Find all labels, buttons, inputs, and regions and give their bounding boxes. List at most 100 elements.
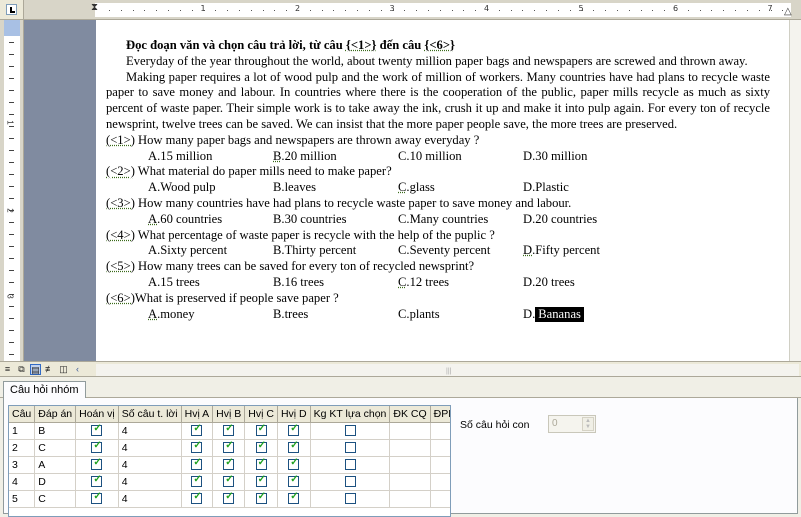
checked-checkbox[interactable] [191, 457, 203, 471]
answer-key-cell[interactable]: C [34, 490, 77, 508]
answer-option[interactable]: D. Bananas [523, 306, 643, 323]
indent-marker-icon[interactable]: ⧗ [91, 2, 98, 13]
table-row[interactable]: 4D4 [9, 473, 450, 491]
sub-question-count-stepper[interactable]: 0 ▲ ▼ [548, 415, 596, 433]
answer-key-cell[interactable]: C [34, 439, 77, 457]
scroll-left-icon[interactable]: ‹ [72, 364, 83, 375]
question-number-cell[interactable]: 1 [9, 422, 36, 440]
unchecked-checkbox[interactable] [344, 493, 356, 505]
checked-checkbox[interactable] [91, 440, 103, 454]
answer-option[interactable]: A. 15 million [148, 149, 273, 165]
table-row[interactable]: 2C 4 [9, 439, 450, 457]
answer-option[interactable]: C. plants [398, 307, 523, 323]
question-number-cell[interactable]: 3 [9, 456, 36, 474]
table-row[interactable]: 3A 4 [9, 456, 450, 474]
vertical-ruler[interactable]: 1 2 3 [0, 20, 24, 361]
dk-cq-cell[interactable] [389, 422, 431, 440]
answer-option[interactable]: A. Sixty percent [148, 243, 273, 259]
checked-checkbox[interactable] [191, 474, 203, 488]
answer-option[interactable]: B. 16 trees [273, 275, 398, 291]
tab-selector[interactable] [0, 0, 24, 20]
question-number-cell[interactable]: 5 [9, 490, 36, 508]
answer-option[interactable]: B. leaves [273, 180, 398, 196]
checked-checkbox[interactable] [191, 423, 203, 437]
page[interactable]: Đọc đoạn văn và chọn câu trả lời, từ câu… [96, 20, 789, 361]
table-row[interactable]: 1B 4 [9, 422, 450, 440]
reading-view-icon[interactable]: ◫ [58, 364, 69, 375]
column-header[interactable]: Đáp án [34, 406, 77, 423]
column-header[interactable]: Kg KT lựa chọn [310, 406, 391, 423]
answer-option[interactable]: D. 20 trees [523, 275, 643, 291]
horizontal-ruler[interactable]: ⧗ △ 1 2 3 4 5 6 7 [24, 0, 801, 20]
column-header[interactable]: ĐPB CQ [430, 406, 450, 423]
answer-count-cell[interactable]: 4 [118, 439, 182, 457]
checked-checkbox[interactable] [91, 423, 103, 437]
checked-checkbox[interactable] [91, 491, 103, 505]
checked-checkbox[interactable] [223, 491, 235, 505]
checked-checkbox[interactable] [288, 423, 300, 437]
answer-option[interactable]: A. 60 countries [148, 212, 273, 228]
checked-checkbox[interactable] [191, 491, 203, 505]
answer-count-cell[interactable]: 4 [118, 490, 182, 508]
answer-key-cell[interactable]: D [34, 473, 77, 491]
dpb-cq-cell[interactable] [430, 439, 450, 457]
answer-option[interactable]: A. money [148, 307, 273, 323]
checked-checkbox[interactable] [191, 440, 203, 454]
checked-checkbox[interactable] [288, 440, 300, 454]
dk-cq-cell[interactable] [389, 456, 431, 474]
checked-checkbox[interactable] [223, 474, 235, 488]
horizontal-scrollbar[interactable]: ||| [96, 364, 799, 376]
unchecked-checkbox[interactable] [344, 425, 356, 437]
outline-view-icon[interactable]: ≢ [44, 364, 55, 375]
web-layout-view-icon[interactable]: ⧉ [16, 364, 27, 375]
answer-option[interactable]: C. Many countries [398, 212, 523, 228]
checked-checkbox[interactable] [223, 423, 235, 437]
checked-checkbox[interactable] [255, 474, 267, 488]
column-header[interactable]: Hvị D [277, 406, 311, 423]
answer-option[interactable]: B. trees [273, 307, 398, 323]
checked-checkbox[interactable] [223, 457, 235, 471]
checked-checkbox[interactable] [288, 474, 300, 488]
column-header[interactable]: Hvị B [212, 406, 246, 423]
column-header[interactable]: Số câu t. lời [118, 406, 182, 423]
answer-option[interactable]: C. glass [398, 180, 523, 196]
right-indent-marker-icon[interactable]: △ [784, 6, 792, 17]
checked-checkbox[interactable] [223, 440, 235, 454]
question-number-cell[interactable]: 4 [9, 473, 36, 491]
question-number-cell[interactable]: 2 [9, 439, 36, 457]
answer-option[interactable]: B. 20 million [273, 149, 398, 165]
answer-option[interactable]: C. Seventy percent [398, 243, 523, 259]
document-vertical-scrollbar[interactable] [789, 20, 801, 361]
table-row[interactable]: 5C 4 [9, 490, 450, 508]
answer-option[interactable]: A. Wood pulp [148, 180, 273, 196]
answer-option[interactable]: C. 12 trees [398, 275, 523, 291]
checked-checkbox[interactable] [288, 457, 300, 471]
document-body[interactable]: Đọc đoạn văn và chọn câu trả lời, từ câu… [106, 38, 770, 323]
checked-checkbox[interactable] [255, 423, 267, 437]
answer-count-cell[interactable]: 4 [118, 473, 182, 491]
answer-option[interactable]: C. 10 million [398, 149, 523, 165]
tab-group-questions[interactable]: Câu hỏi nhóm [3, 381, 86, 399]
dk-cq-cell[interactable] [389, 490, 431, 508]
answer-option[interactable]: B. Thirty percent [273, 243, 398, 259]
dk-cq-cell[interactable] [389, 439, 431, 457]
answer-option[interactable]: B. 30 countries [273, 212, 398, 228]
column-header[interactable]: Hoán vị [75, 406, 119, 423]
dpb-cq-cell[interactable] [430, 422, 450, 440]
checked-checkbox[interactable] [255, 457, 267, 471]
answer-count-cell[interactable]: 4 [118, 456, 182, 474]
dpb-cq-cell[interactable] [430, 490, 450, 508]
answer-option[interactable]: D. 30 million [523, 149, 643, 165]
checked-checkbox[interactable] [91, 457, 103, 471]
column-header[interactable]: Câu [9, 406, 36, 423]
checked-checkbox[interactable] [288, 491, 300, 505]
unchecked-checkbox[interactable] [344, 442, 356, 454]
dpb-cq-cell[interactable] [430, 456, 450, 474]
answer-option[interactable]: D. Plastic [523, 180, 643, 196]
stepper-arrows-icon[interactable]: ▲ ▼ [582, 417, 594, 431]
column-header[interactable]: ĐK CQ [389, 406, 431, 423]
answer-count-cell[interactable]: 4 [118, 422, 182, 440]
dpb-cq-cell[interactable] [430, 473, 450, 491]
answer-key-cell[interactable]: A [34, 456, 77, 474]
dk-cq-cell[interactable] [389, 473, 431, 491]
